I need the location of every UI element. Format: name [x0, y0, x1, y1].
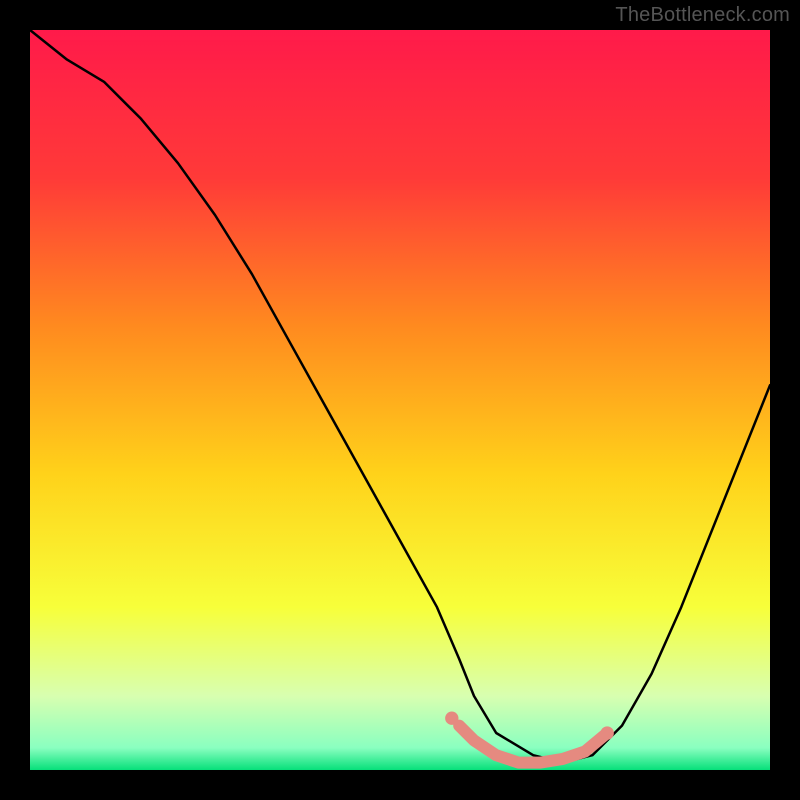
plot-svg — [30, 30, 770, 770]
watermark-label: TheBottleneck.com — [615, 4, 790, 27]
chart-outer-frame: TheBottleneck.com — [0, 0, 800, 800]
left-marker-dot — [445, 712, 458, 725]
plot-area — [30, 30, 770, 770]
right-marker-dot — [601, 726, 614, 739]
